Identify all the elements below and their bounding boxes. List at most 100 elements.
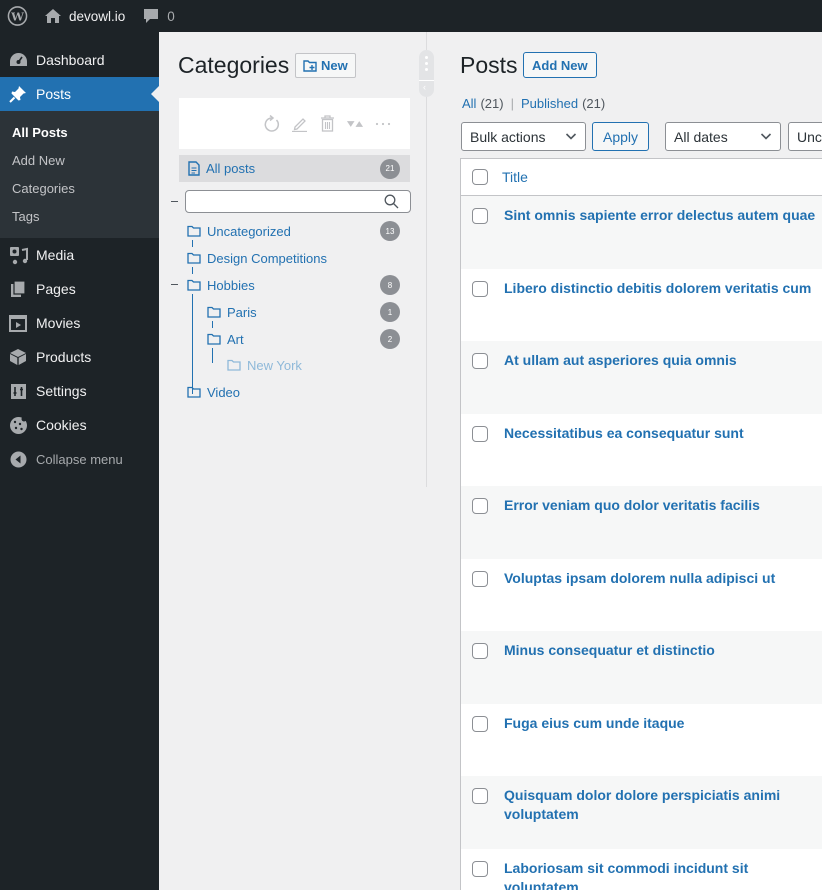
row-checkbox[interactable] bbox=[472, 788, 488, 804]
row-checkbox[interactable] bbox=[472, 643, 488, 659]
tree-node-video[interactable]: Video bbox=[187, 382, 240, 402]
pages-icon bbox=[8, 279, 28, 299]
dates-filter-select[interactable]: All dates bbox=[665, 122, 781, 151]
menu-item-settings[interactable]: Settings bbox=[0, 374, 159, 408]
wordpress-icon: W bbox=[7, 6, 28, 26]
row-checkbox[interactable] bbox=[472, 860, 488, 877]
post-title-link[interactable]: Laboriosam sit commodi incidunt sit volu… bbox=[504, 859, 822, 890]
menu-item-movies[interactable]: Movies bbox=[0, 306, 159, 340]
tree-node-uncategorized[interactable]: Uncategorized bbox=[187, 221, 291, 241]
document-icon bbox=[188, 161, 200, 176]
category-filter-select[interactable]: Unc bbox=[788, 122, 822, 151]
row-checkbox[interactable] bbox=[472, 715, 488, 732]
dates-filter-value: All dates bbox=[674, 128, 728, 145]
media-icon bbox=[8, 245, 28, 265]
submenu-categories[interactable]: Categories bbox=[0, 174, 159, 202]
submenu-tags[interactable]: Tags bbox=[0, 202, 159, 230]
menu-label: Media bbox=[36, 247, 75, 263]
folder-icon bbox=[187, 225, 201, 237]
menu-item-cookies[interactable]: Cookies bbox=[0, 408, 159, 442]
row-checkbox[interactable] bbox=[472, 208, 488, 224]
submenu-all-posts[interactable]: All Posts bbox=[0, 118, 159, 146]
trash-icon[interactable] bbox=[318, 115, 336, 133]
filter-published-link[interactable]: Published bbox=[521, 96, 578, 111]
post-title-link[interactable]: Quisquam dolor dolore perspiciatis animi… bbox=[504, 786, 822, 824]
submenu-add-new[interactable]: Add New bbox=[0, 146, 159, 174]
post-title-link[interactable]: Minus consequatur et distinctio bbox=[504, 641, 822, 660]
table-row: Sint omnis sapiente error delectus autem… bbox=[461, 196, 822, 269]
menu-item-posts[interactable]: Posts bbox=[0, 77, 159, 111]
table-row: Necessitatibus ea consequatur sunt bbox=[461, 414, 822, 487]
table-row: Fuga eius cum unde itaque bbox=[461, 704, 822, 777]
panel-resize-handle[interactable]: ‹ bbox=[419, 50, 434, 97]
menu-label: Settings bbox=[36, 383, 87, 399]
refresh-icon[interactable] bbox=[262, 114, 280, 133]
tree-node-art[interactable]: Art bbox=[207, 329, 244, 349]
rename-icon[interactable] bbox=[290, 115, 308, 133]
menu-item-products[interactable]: Products bbox=[0, 340, 159, 374]
post-title-link[interactable]: At ullam aut asperiores quia omnis bbox=[504, 351, 822, 370]
tree-connector bbox=[192, 267, 193, 274]
table-row: At ullam aut asperiores quia omnis bbox=[461, 341, 822, 414]
dashboard-icon bbox=[8, 50, 28, 70]
post-title-link[interactable]: Error veniam quo dolor veritatis facilis bbox=[504, 496, 822, 515]
post-title-link[interactable]: Necessitatibus ea consequatur sunt bbox=[504, 424, 822, 443]
post-title-link[interactable]: Fuga eius cum unde itaque bbox=[504, 714, 822, 733]
tree-node-design-competitions[interactable]: Design Competitions bbox=[187, 248, 327, 268]
collapse-menu-button[interactable]: Collapse menu bbox=[0, 442, 159, 476]
folder-icon bbox=[187, 386, 201, 398]
tree-connector bbox=[212, 348, 213, 363]
all-posts-node[interactable]: All posts 21 bbox=[179, 155, 410, 182]
search-icon bbox=[384, 194, 399, 209]
menu-label: Dashboard bbox=[36, 52, 105, 68]
new-category-label: New bbox=[321, 58, 348, 73]
wordpress-logo-button[interactable]: W bbox=[0, 0, 36, 32]
tree-node-paris[interactable]: Paris bbox=[207, 302, 257, 322]
count-badge: 1 bbox=[380, 302, 400, 322]
menu-item-dashboard[interactable]: Dashboard bbox=[0, 43, 159, 77]
row-checkbox[interactable] bbox=[472, 353, 488, 369]
more-icon[interactable] bbox=[374, 115, 392, 133]
tree-connector bbox=[192, 294, 193, 394]
drag-dots-icon bbox=[425, 56, 428, 71]
post-title-link[interactable]: Libero distinctio debitis dolorem verita… bbox=[504, 279, 822, 298]
filter-separator: | bbox=[510, 96, 514, 111]
posts-page-title: Posts bbox=[460, 52, 518, 78]
post-title-link[interactable]: Voluptas ipsam dolorem nulla adipisci ut bbox=[504, 569, 822, 588]
chevron-down-icon bbox=[760, 133, 772, 140]
folder-icon bbox=[187, 252, 201, 264]
apply-button[interactable]: Apply bbox=[592, 122, 649, 151]
tree-node-hobbies[interactable]: Hobbies bbox=[187, 275, 255, 295]
category-search-input[interactable] bbox=[185, 190, 411, 213]
count-badge: 2 bbox=[380, 329, 400, 349]
row-checkbox[interactable] bbox=[472, 570, 488, 587]
table-body: Sint omnis sapiente error delectus autem… bbox=[461, 196, 822, 890]
sort-icon[interactable] bbox=[346, 115, 364, 133]
filter-all-link[interactable]: All bbox=[462, 96, 476, 111]
comments-link[interactable]: 0 bbox=[133, 0, 183, 32]
collapse-panel-icon[interactable]: ‹ bbox=[423, 82, 426, 92]
bulk-actions-select[interactable]: Bulk actions bbox=[461, 122, 586, 151]
column-title-link[interactable]: Title bbox=[502, 169, 528, 185]
count-badge: 13 bbox=[380, 221, 400, 241]
select-all-checkbox[interactable] bbox=[472, 169, 488, 185]
tree-connector bbox=[192, 240, 193, 247]
collapse-toggle[interactable] bbox=[171, 201, 178, 202]
new-category-button[interactable]: New bbox=[295, 53, 356, 78]
table-header: Title bbox=[461, 159, 822, 196]
count-badge: 8 bbox=[380, 275, 400, 295]
row-checkbox[interactable] bbox=[472, 425, 488, 442]
row-checkbox[interactable] bbox=[472, 498, 488, 514]
collapse-toggle[interactable] bbox=[171, 284, 178, 285]
menu-label: Cookies bbox=[36, 417, 87, 433]
site-name: devowl.io bbox=[69, 8, 126, 24]
post-title-link[interactable]: Sint omnis sapiente error delectus autem… bbox=[504, 206, 822, 225]
chevron-down-icon bbox=[565, 133, 577, 140]
row-checkbox[interactable] bbox=[472, 280, 488, 297]
table-row: Minus consequatur et distinctio bbox=[461, 631, 822, 704]
site-name-link[interactable]: devowl.io bbox=[36, 0, 133, 32]
menu-item-pages[interactable]: Pages bbox=[0, 272, 159, 306]
tree-node-new-york[interactable]: New York bbox=[227, 355, 302, 375]
add-new-post-button[interactable]: Add New bbox=[523, 52, 597, 78]
menu-item-media[interactable]: Media bbox=[0, 238, 159, 272]
